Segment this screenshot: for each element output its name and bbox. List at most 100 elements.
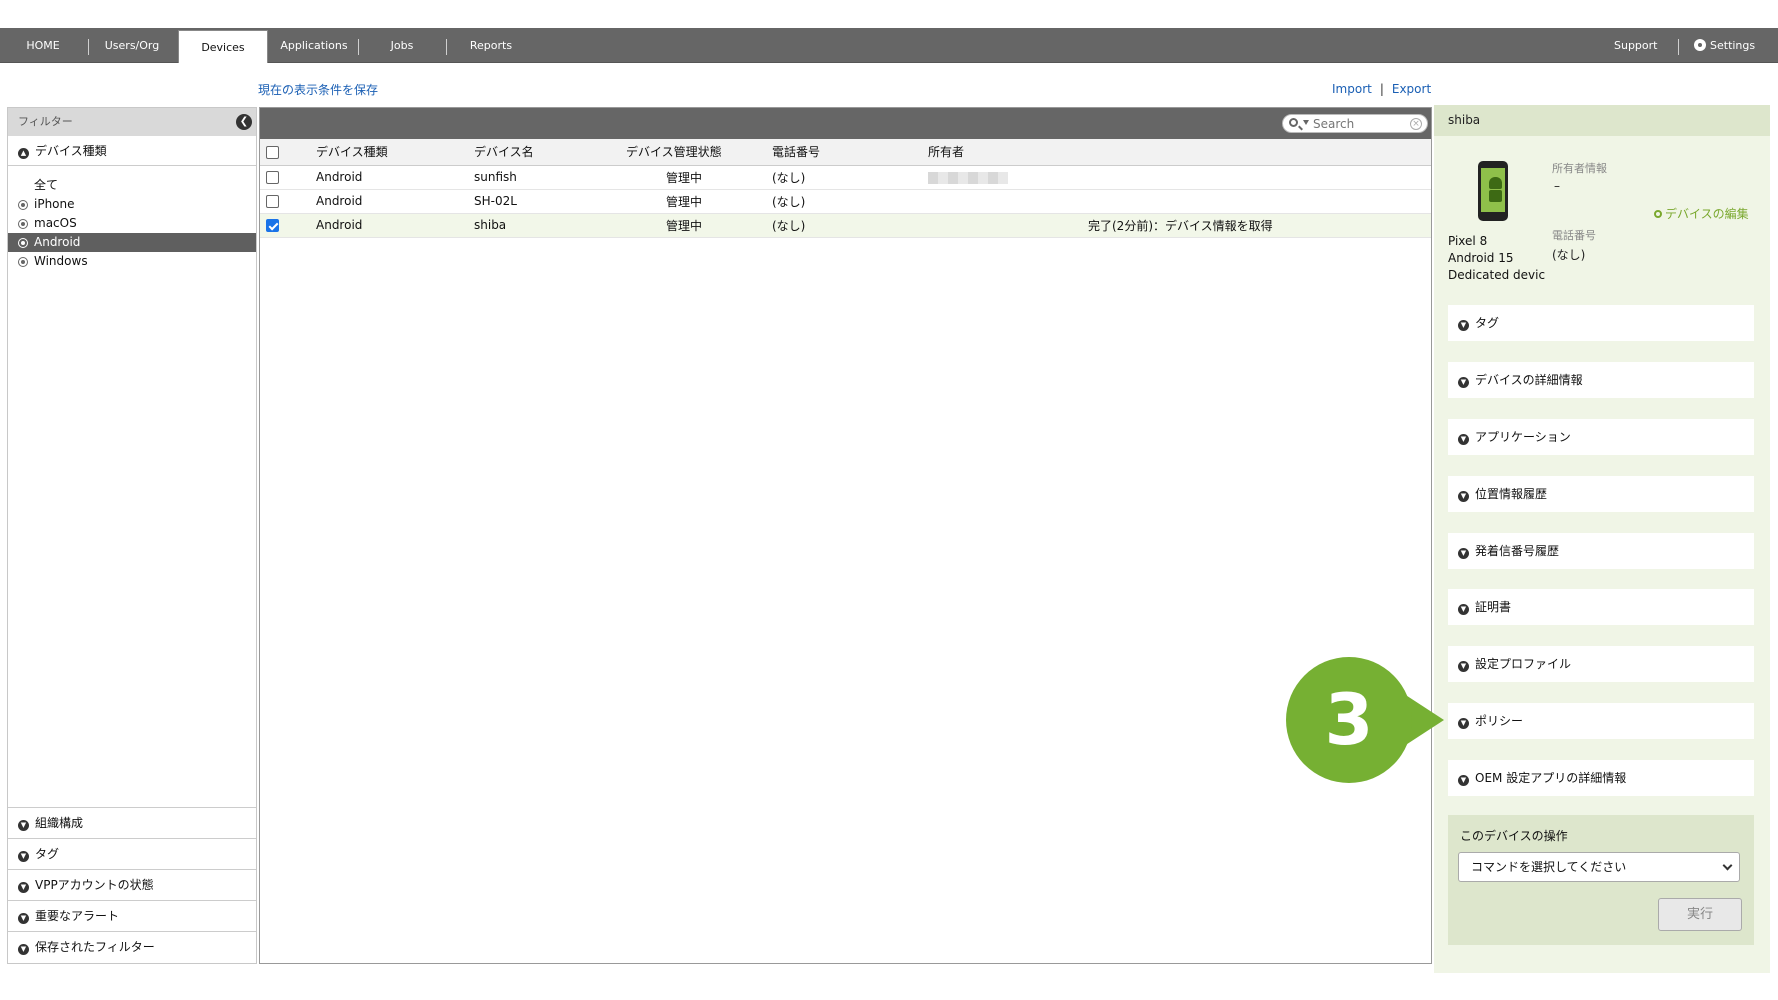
filter-item-macos[interactable]: macOS: [8, 214, 256, 233]
section-certificates[interactable]: ▼ 証明書: [1448, 589, 1754, 625]
table-row[interactable]: Android sunfish 管理中 (なし): [260, 165, 1431, 190]
collapse-panel-button[interactable]: ❮: [236, 114, 252, 130]
row-select-cell: [260, 213, 316, 238]
section-config-profiles[interactable]: ▼ 設定プロファイル: [1448, 646, 1754, 682]
search-input[interactable]: [1313, 116, 1409, 132]
filter-title: フィルター: [18, 115, 73, 128]
section-saved-filters[interactable]: ▼ 保存されたフィルター: [8, 932, 256, 963]
section-org-structure[interactable]: ▼ 組織構成: [8, 808, 256, 839]
run-button[interactable]: 実行: [1658, 898, 1742, 931]
chevron-down-icon: ▼: [18, 944, 29, 955]
chevron-down-icon: ▼: [1458, 718, 1469, 729]
col-management-status[interactable]: デバイス管理状態: [626, 139, 772, 166]
device-detail-panel: shiba Pixel 8 Android 15 Dedicated devic…: [1434, 105, 1770, 973]
col-owner[interactable]: 所有者: [928, 139, 1088, 166]
cell-note: [1088, 189, 1431, 214]
tab-reports[interactable]: Reports: [456, 28, 526, 63]
settings-link[interactable]: Settings: [1694, 28, 1755, 63]
search-icon: [1289, 118, 1298, 127]
tab-applications[interactable]: Applications: [274, 28, 354, 63]
tab-home[interactable]: HOME: [12, 28, 74, 63]
section-label: OEM 設定アプリの詳細情報: [1475, 771, 1627, 785]
support-link[interactable]: Support: [1614, 28, 1657, 63]
col-device-name[interactable]: デバイス名: [474, 139, 626, 166]
filter-item-android[interactable]: Android: [8, 233, 256, 252]
edit-device-link[interactable]: デバイスの編集: [1654, 205, 1749, 222]
owner-info-label: 所有者情報: [1552, 162, 1607, 175]
device-os: Android 15: [1448, 251, 1514, 265]
section-call-history[interactable]: ▼ 発着信番号履歴: [1448, 533, 1754, 569]
phone-number-value: (なし): [1552, 248, 1586, 262]
device-operations: このデバイスの操作 コマンドを選択してください 実行: [1448, 815, 1754, 945]
row-checkbox[interactable]: [266, 171, 279, 184]
device-table: デバイス種類 デバイス名 デバイス管理状態 電話番号 所有者 Android s…: [260, 139, 1431, 238]
row-select-cell: [260, 165, 316, 190]
tab-separator: [358, 39, 359, 55]
filter-item-label: Android: [34, 235, 81, 249]
search-box[interactable]: ×: [1282, 114, 1428, 133]
section-tags[interactable]: ▼ タグ: [1448, 305, 1754, 341]
import-link[interactable]: Import: [1332, 82, 1372, 96]
col-phone-number[interactable]: 電話番号: [772, 139, 928, 166]
section-label: ポリシー: [1475, 714, 1524, 728]
chevron-down-icon: ▼: [1458, 775, 1469, 786]
section-oem-config[interactable]: ▼ OEM 設定アプリの詳細情報: [1448, 760, 1754, 796]
target-icon: [18, 219, 28, 229]
section-applications[interactable]: ▼ アプリケーション: [1448, 419, 1754, 455]
section-policies[interactable]: ▼ ポリシー: [1448, 703, 1754, 739]
command-select[interactable]: コマンドを選択してください: [1458, 852, 1740, 882]
row-checkbox[interactable]: [266, 219, 279, 232]
owner-info-value: –: [1554, 179, 1560, 193]
filter-item-iphone[interactable]: iPhone: [8, 195, 256, 214]
filter-item-all[interactable]: 全て: [8, 176, 256, 195]
section-location-history[interactable]: ▼ 位置情報履歴: [1448, 476, 1754, 512]
section-critical-alerts[interactable]: ▼ 重要なアラート: [8, 901, 256, 932]
col-note: [1088, 139, 1431, 166]
circle-icon: [1654, 210, 1662, 218]
edit-device-label: デバイスの編集: [1665, 207, 1749, 221]
table-header-row: デバイス種類 デバイス名 デバイス管理状態 電話番号 所有者: [260, 139, 1431, 166]
section-label: 組織構成: [35, 816, 84, 830]
cell-status: 管理中: [626, 189, 772, 214]
select-all-checkbox[interactable]: [266, 145, 279, 159]
cell-status: 管理中: [626, 213, 772, 238]
chevron-down-icon: ▼: [1458, 434, 1469, 445]
table-row[interactable]: Android shiba 管理中 (なし) 完了(2分前)：デバイス情報を取得: [260, 213, 1431, 238]
chevron-down-icon: ▼: [18, 851, 29, 862]
section-label: 位置情報履歴: [1475, 487, 1548, 501]
filter-item-label: macOS: [34, 216, 77, 230]
device-type-header: デバイス種類: [35, 144, 107, 158]
section-tags[interactable]: ▼ タグ: [8, 839, 256, 870]
chevron-down-icon: ▼: [18, 913, 29, 924]
tab-separator: [446, 39, 447, 55]
section-label: タグ: [35, 847, 60, 861]
phone-number-label: 電話番号: [1552, 229, 1596, 242]
save-view-link[interactable]: 現在の表示条件を保存: [258, 81, 378, 98]
cell-phone: (なし): [772, 189, 928, 214]
chevron-down-icon: ▼: [1458, 604, 1469, 615]
cell-owner: [928, 213, 1088, 238]
tab-users-org[interactable]: Users/Org: [96, 28, 168, 63]
row-checkbox[interactable]: [266, 195, 279, 208]
filter-item-windows[interactable]: Windows: [8, 252, 256, 271]
settings-label: Settings: [1710, 39, 1756, 52]
caret-down-icon[interactable]: [1303, 120, 1309, 125]
filter-item-label: Windows: [34, 254, 88, 268]
cell-note: [1088, 165, 1431, 190]
section-label: 重要なアラート: [35, 909, 120, 923]
section-device-details[interactable]: ▼ デバイスの詳細情報: [1448, 362, 1754, 398]
table-row[interactable]: Android SH-02L 管理中 (なし): [260, 189, 1431, 214]
section-vpp-account[interactable]: ▼ VPPアカウントの状態: [8, 870, 256, 901]
clear-icon[interactable]: ×: [1410, 118, 1422, 130]
chevron-down-icon: ▼: [18, 820, 29, 831]
tab-devices[interactable]: Devices: [178, 30, 268, 63]
cell-device-type: Android: [316, 165, 474, 190]
section-label: 保存されたフィルター: [35, 940, 155, 954]
device-type-section[interactable]: ▲ デバイス種類: [8, 136, 256, 166]
chevron-down-icon: ▼: [1458, 320, 1469, 331]
tab-jobs[interactable]: Jobs: [370, 28, 434, 63]
import-export-links: Import | Export: [1332, 82, 1431, 96]
cell-owner: [928, 189, 1088, 214]
export-link[interactable]: Export: [1392, 82, 1431, 96]
col-device-type[interactable]: デバイス種類: [316, 139, 474, 166]
